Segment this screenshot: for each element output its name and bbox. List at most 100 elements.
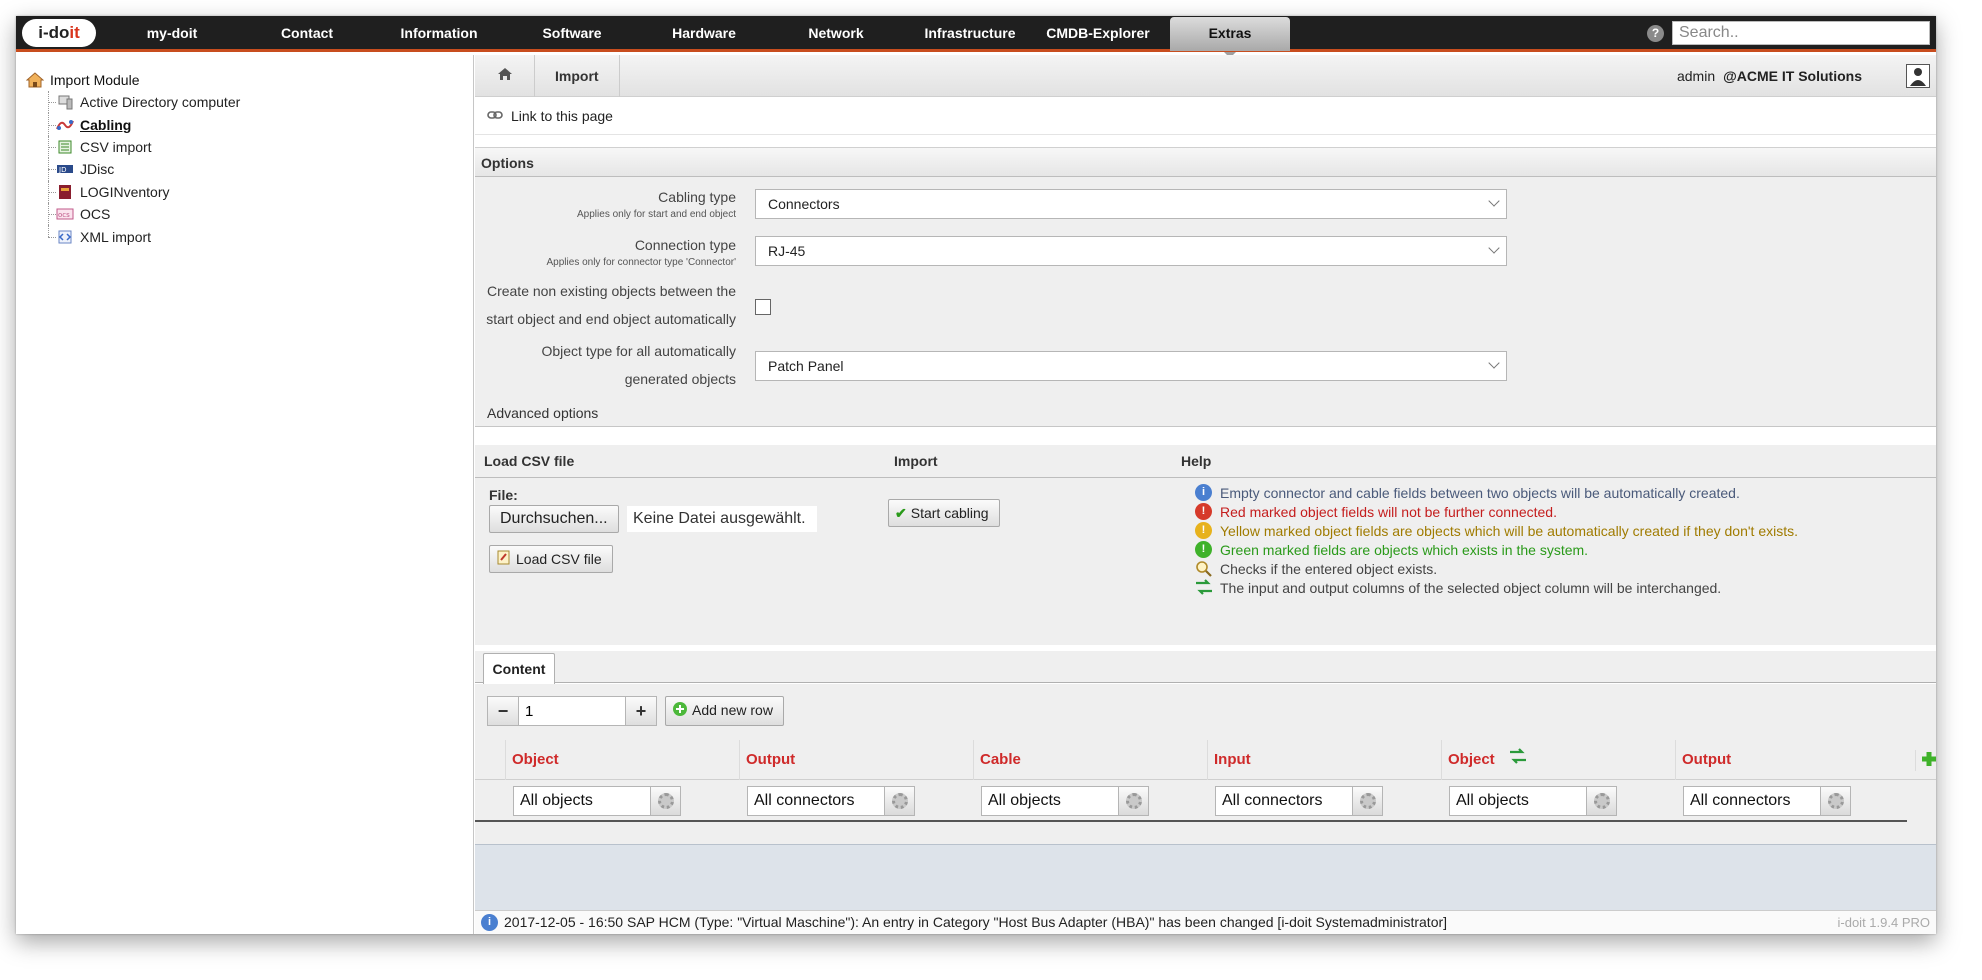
row-count-input[interactable]: [519, 696, 625, 726]
nav-software[interactable]: Software: [506, 16, 638, 51]
gear-button[interactable]: [1353, 786, 1383, 816]
object-type-select[interactable]: Patch Panel: [755, 351, 1507, 381]
increment-button[interactable]: +: [625, 696, 657, 726]
status-message: 2017-12-05 - 16:50 SAP HCM (Type: "Virtu…: [504, 914, 1448, 930]
row-count-stepper: − +: [487, 696, 657, 726]
cell-cable: All objects: [981, 786, 1149, 816]
home-folder-icon: [26, 72, 44, 88]
cabling-grid: Object Output Cable Input Object Output: [475, 740, 1936, 822]
svg-text:ocs: ocs: [58, 211, 70, 219]
column-header-input: Input: [1207, 740, 1441, 780]
gear-icon: [1827, 793, 1844, 809]
tree-item-active-directory[interactable]: Active Directory computer: [48, 91, 240, 114]
tab-content[interactable]: Content: [483, 653, 555, 684]
cabling-type-select[interactable]: Connectors: [755, 189, 1507, 219]
help-line-red: ! Red marked object fields will not be f…: [1195, 502, 1798, 521]
status-bar: i 2017-12-05 - 16:50 SAP HCM (Type: "Vir…: [475, 910, 1936, 934]
output-end-input[interactable]: All connectors: [1683, 786, 1821, 816]
i-doit-logo[interactable]: i-do it: [22, 18, 96, 47]
object-end-input[interactable]: All objects: [1449, 786, 1587, 816]
no-file-text: Keine Datei ausgewählt.: [627, 506, 817, 532]
add-new-row-button[interactable]: Add new row: [665, 696, 784, 726]
cabling-icon: [56, 117, 74, 133]
table-row: All objects All connectors All objects A…: [475, 780, 1907, 822]
breadcrumb-home[interactable]: [475, 54, 535, 97]
object-type-label-1: Object type for all automatically: [541, 343, 736, 359]
help-line-swap: The input and output columns of the sele…: [1195, 578, 1798, 597]
bottom-area: [475, 844, 1936, 910]
nav-network[interactable]: Network: [770, 16, 902, 51]
cabling-type-label: Cabling type: [658, 189, 736, 205]
nav-infrastructure[interactable]: Infrastructure: [902, 16, 1038, 51]
tree-item-loginventory[interactable]: LOGINventory: [48, 180, 240, 204]
content-tabs: Content: [475, 651, 1936, 684]
object-start-input[interactable]: All objects: [513, 786, 651, 816]
nav-information[interactable]: Information: [372, 16, 506, 51]
tree-item-jdisc[interactable]: JD JDisc: [48, 158, 240, 181]
create-nonexisting-label-1: Create non existing objects between the: [486, 283, 736, 299]
decrement-button[interactable]: −: [487, 696, 519, 726]
load-csv-button[interactable]: Load CSV file: [489, 545, 613, 573]
connection-type-hint: Applies only for connector type 'Connect…: [546, 257, 736, 268]
main-menu: my-doit Contact Information Software Har…: [102, 16, 1290, 58]
browse-button[interactable]: Durchsuchen...: [489, 505, 619, 533]
columns-divider: [475, 477, 1936, 478]
chevron-down-icon: [1488, 242, 1500, 254]
advanced-options-link[interactable]: Advanced options: [487, 405, 598, 421]
gear-icon: [891, 793, 908, 809]
gear-button[interactable]: [1119, 786, 1149, 816]
gear-button[interactable]: [1587, 786, 1617, 816]
gear-icon: [1125, 793, 1142, 809]
link-to-page[interactable]: Link to this page: [475, 97, 1936, 135]
help-line-check: Checks if the entered object exists.: [1195, 559, 1798, 578]
help-icon[interactable]: ?: [1647, 25, 1664, 42]
tree-item-cabling[interactable]: Cabling: [48, 113, 240, 137]
add-column-icon[interactable]: [1915, 750, 1936, 771]
nav-my-doit[interactable]: my-doit: [102, 16, 242, 51]
swap-icon[interactable]: [1509, 740, 1527, 780]
cable-input[interactable]: All objects: [981, 786, 1119, 816]
breadcrumb-import[interactable]: Import: [535, 54, 620, 97]
nav-hardware[interactable]: Hardware: [638, 16, 770, 51]
input-end-input[interactable]: All connectors: [1215, 786, 1353, 816]
help-line-info: i Empty connector and cable fields betwe…: [1195, 483, 1798, 502]
nav-contact[interactable]: Contact: [242, 16, 372, 51]
search-input[interactable]: [1672, 21, 1930, 45]
swap-icon: [1195, 579, 1212, 596]
tree-item-csv-import[interactable]: CSV import: [48, 135, 240, 159]
import-tree: Import Module Active Directory computer …: [26, 69, 240, 248]
nav-extras[interactable]: Extras: [1170, 16, 1290, 58]
import-columns: Load CSV file Import Help File: Durchsuc…: [475, 445, 1936, 645]
gear-button[interactable]: [885, 786, 915, 816]
cell-input-end: All connectors: [1215, 786, 1383, 816]
cell-output-start: All connectors: [747, 786, 915, 816]
success-icon: !: [1195, 541, 1212, 558]
load-file-icon: [496, 547, 512, 573]
error-icon: !: [1195, 503, 1212, 520]
main-content: Import admin @ACME IT Solutions Link to t…: [475, 54, 1936, 934]
app-window: i-do it my-doit Contact Information Softw…: [16, 16, 1936, 934]
info-icon: i: [481, 914, 498, 931]
tree-root-import-module[interactable]: Import Module: [26, 69, 240, 91]
nav-cmdb-explorer[interactable]: CMDB-Explorer: [1038, 16, 1158, 51]
jdisc-icon: JD: [56, 161, 74, 177]
start-cabling-button[interactable]: ✔ Start cabling: [888, 499, 1000, 527]
content-panel: − + Add new row Object Output Cable Inpu…: [475, 684, 1936, 844]
column-header-cable: Cable: [973, 740, 1207, 780]
create-nonexisting-checkbox[interactable]: [755, 299, 771, 315]
tree-item-xml-import[interactable]: XML import: [48, 225, 240, 247]
file-label: File:: [489, 487, 518, 503]
chevron-down-icon: [1488, 357, 1500, 369]
tree-item-ocs[interactable]: ocs OCS: [48, 202, 240, 226]
cell-object-end: All objects: [1449, 786, 1617, 816]
top-navigation: i-do it my-doit Contact Information Softw…: [16, 16, 1936, 58]
create-nonexisting-label-2: start object and end object automaticall…: [486, 311, 736, 327]
user-info[interactable]: admin @ACME IT Solutions: [1677, 55, 1862, 97]
avatar[interactable]: [1906, 64, 1930, 88]
magnifier-icon: [1195, 560, 1212, 577]
output-start-input[interactable]: All connectors: [747, 786, 885, 816]
gear-button[interactable]: [1821, 786, 1851, 816]
connection-type-select[interactable]: RJ-45: [755, 236, 1507, 266]
link-chain-icon: [487, 108, 503, 123]
gear-button[interactable]: [651, 786, 681, 816]
